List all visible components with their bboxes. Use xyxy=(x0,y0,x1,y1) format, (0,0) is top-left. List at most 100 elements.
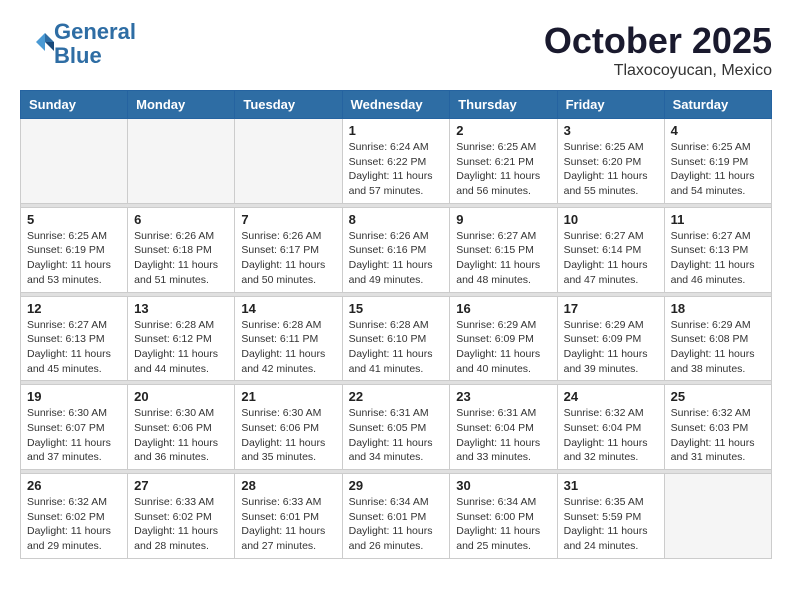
day-info: Sunrise: 6:30 AM Sunset: 6:07 PM Dayligh… xyxy=(27,406,121,465)
day-number: 5 xyxy=(27,212,121,227)
calendar-cell: 27 Sunrise: 6:33 AM Sunset: 6:02 PM Dayli… xyxy=(128,474,235,559)
calendar-cell: 28Sunrise: 6:33 AM Sunset: 6:01 PM Dayli… xyxy=(235,474,342,559)
day-info: Sunrise: 6:34 AM Sunset: 6:01 PM Dayligh… xyxy=(349,495,444,554)
title-block: October 2025 Tlaxocoyucan, Mexico xyxy=(544,20,772,80)
day-number: 11 xyxy=(671,212,765,227)
day-number: 22 xyxy=(349,389,444,404)
day-info: Sunrise: 6:27 AM Sunset: 6:15 PM Dayligh… xyxy=(456,229,550,288)
calendar-cell: 22 Sunrise: 6:31 AM Sunset: 6:05 PM Dayli… xyxy=(342,385,450,470)
calendar-week-1: 1 Sunrise: 6:24 AM Sunset: 6:22 PM Daylig… xyxy=(21,119,772,204)
day-number: 8 xyxy=(349,212,444,227)
day-number: 12 xyxy=(27,301,121,316)
calendar-week-2: 5 Sunrise: 6:25 AM Sunset: 6:19 PM Daylig… xyxy=(21,207,772,292)
calendar-cell: 30 Sunrise: 6:34 AM Sunset: 6:00 PM Dayli… xyxy=(450,474,557,559)
day-number: 3 xyxy=(564,123,658,138)
day-info: Sunrise: 6:26 AM Sunset: 6:16 PM Dayligh… xyxy=(349,229,444,288)
calendar-cell: 4 Sunrise: 6:25 AM Sunset: 6:19 PM Daylig… xyxy=(664,119,771,204)
day-info: Sunrise: 6:27 AM Sunset: 6:13 PM Dayligh… xyxy=(671,229,765,288)
day-info: Sunrise: 6:31 AM Sunset: 6:04 PM Dayligh… xyxy=(456,406,550,465)
day-info: Sunrise: 6:25 AM Sunset: 6:21 PM Dayligh… xyxy=(456,140,550,199)
calendar-cell: 1 Sunrise: 6:24 AM Sunset: 6:22 PM Daylig… xyxy=(342,119,450,204)
calendar-cell: 11 Sunrise: 6:27 AM Sunset: 6:13 PM Dayli… xyxy=(664,207,771,292)
day-info: Sunrise: 6:26 AM Sunset: 6:17 PM Dayligh… xyxy=(241,229,335,288)
day-info: Sunrise: 6:25 AM Sunset: 6:19 PM Dayligh… xyxy=(671,140,765,199)
day-info: Sunrise: 6:33 AM Sunset: 6:02 PM Dayligh… xyxy=(134,495,228,554)
calendar-cell: 31 Sunrise: 6:35 AM Sunset: 5:59 PM Dayli… xyxy=(557,474,664,559)
day-info: Sunrise: 6:28 AM Sunset: 6:10 PM Dayligh… xyxy=(349,318,444,377)
calendar-cell: 3 Sunrise: 6:25 AM Sunset: 6:20 PM Daylig… xyxy=(557,119,664,204)
day-info: Sunrise: 6:25 AM Sunset: 6:19 PM Dayligh… xyxy=(27,229,121,288)
day-number: 2 xyxy=(456,123,550,138)
logo-icon xyxy=(24,27,54,57)
calendar-cell: 14 Sunrise: 6:28 AM Sunset: 6:11 PM Dayli… xyxy=(235,296,342,381)
day-info: Sunrise: 6:27 AM Sunset: 6:13 PM Dayligh… xyxy=(27,318,121,377)
calendar-cell: 19 Sunrise: 6:30 AM Sunset: 6:07 PM Dayli… xyxy=(21,385,128,470)
day-number: 15 xyxy=(349,301,444,316)
weekday-header-monday: Monday xyxy=(128,91,235,119)
logo-text: General Blue xyxy=(54,20,136,68)
weekday-header-thursday: Thursday xyxy=(450,91,557,119)
calendar-cell xyxy=(235,119,342,204)
calendar-cell: 21 Sunrise: 6:30 AM Sunset: 6:06 PM Dayli… xyxy=(235,385,342,470)
calendar-cell: 23Sunrise: 6:31 AM Sunset: 6:04 PM Dayli… xyxy=(450,385,557,470)
day-info: Sunrise: 6:27 AM Sunset: 6:14 PM Dayligh… xyxy=(564,229,658,288)
calendar-cell: 10 Sunrise: 6:27 AM Sunset: 6:14 PM Dayli… xyxy=(557,207,664,292)
calendar-cell: 25 Sunrise: 6:32 AM Sunset: 6:03 PM Dayli… xyxy=(664,385,771,470)
day-info: Sunrise: 6:35 AM Sunset: 5:59 PM Dayligh… xyxy=(564,495,658,554)
day-number: 26 xyxy=(27,478,121,493)
calendar-cell: 13Sunrise: 6:28 AM Sunset: 6:12 PM Dayli… xyxy=(128,296,235,381)
day-number: 19 xyxy=(27,389,121,404)
day-info: Sunrise: 6:30 AM Sunset: 6:06 PM Dayligh… xyxy=(241,406,335,465)
day-number: 1 xyxy=(349,123,444,138)
day-number: 16 xyxy=(456,301,550,316)
calendar-cell: 5 Sunrise: 6:25 AM Sunset: 6:19 PM Daylig… xyxy=(21,207,128,292)
day-info: Sunrise: 6:33 AM Sunset: 6:01 PM Dayligh… xyxy=(241,495,335,554)
day-info: Sunrise: 6:29 AM Sunset: 6:09 PM Dayligh… xyxy=(564,318,658,377)
day-info: Sunrise: 6:32 AM Sunset: 6:03 PM Dayligh… xyxy=(671,406,765,465)
calendar-cell: 8 Sunrise: 6:26 AM Sunset: 6:16 PM Daylig… xyxy=(342,207,450,292)
day-info: Sunrise: 6:26 AM Sunset: 6:18 PM Dayligh… xyxy=(134,229,228,288)
calendar-cell: 16Sunrise: 6:29 AM Sunset: 6:09 PM Dayli… xyxy=(450,296,557,381)
calendar: SundayMondayTuesdayWednesdayThursdayFrid… xyxy=(20,90,772,559)
day-info: Sunrise: 6:28 AM Sunset: 6:12 PM Dayligh… xyxy=(134,318,228,377)
weekday-header-row: SundayMondayTuesdayWednesdayThursdayFrid… xyxy=(21,91,772,119)
day-number: 4 xyxy=(671,123,765,138)
calendar-cell: 15 Sunrise: 6:28 AM Sunset: 6:10 PM Dayli… xyxy=(342,296,450,381)
day-info: Sunrise: 6:32 AM Sunset: 6:02 PM Dayligh… xyxy=(27,495,121,554)
calendar-cell xyxy=(21,119,128,204)
day-number: 30 xyxy=(456,478,550,493)
month-title: October 2025 xyxy=(544,20,772,62)
weekday-header-saturday: Saturday xyxy=(664,91,771,119)
day-number: 10 xyxy=(564,212,658,227)
day-number: 25 xyxy=(671,389,765,404)
day-info: Sunrise: 6:34 AM Sunset: 6:00 PM Dayligh… xyxy=(456,495,550,554)
calendar-week-5: 26 Sunrise: 6:32 AM Sunset: 6:02 PM Dayli… xyxy=(21,474,772,559)
logo: General Blue xyxy=(20,20,136,68)
calendar-cell: 2 Sunrise: 6:25 AM Sunset: 6:21 PM Daylig… xyxy=(450,119,557,204)
weekday-header-wednesday: Wednesday xyxy=(342,91,450,119)
calendar-cell: 17 Sunrise: 6:29 AM Sunset: 6:09 PM Dayli… xyxy=(557,296,664,381)
calendar-cell: 20Sunrise: 6:30 AM Sunset: 6:06 PM Dayli… xyxy=(128,385,235,470)
day-info: Sunrise: 6:31 AM Sunset: 6:05 PM Dayligh… xyxy=(349,406,444,465)
day-info: Sunrise: 6:24 AM Sunset: 6:22 PM Dayligh… xyxy=(349,140,444,199)
calendar-cell: 12 Sunrise: 6:27 AM Sunset: 6:13 PM Dayli… xyxy=(21,296,128,381)
calendar-cell: 18Sunrise: 6:29 AM Sunset: 6:08 PM Dayli… xyxy=(664,296,771,381)
calendar-cell: 24 Sunrise: 6:32 AM Sunset: 6:04 PM Dayli… xyxy=(557,385,664,470)
calendar-cell xyxy=(664,474,771,559)
day-info: Sunrise: 6:25 AM Sunset: 6:20 PM Dayligh… xyxy=(564,140,658,199)
weekday-header-tuesday: Tuesday xyxy=(235,91,342,119)
day-info: Sunrise: 6:30 AM Sunset: 6:06 PM Dayligh… xyxy=(134,406,228,465)
day-number: 14 xyxy=(241,301,335,316)
calendar-cell: 9Sunrise: 6:27 AM Sunset: 6:15 PM Daylig… xyxy=(450,207,557,292)
day-info: Sunrise: 6:32 AM Sunset: 6:04 PM Dayligh… xyxy=(564,406,658,465)
day-info: Sunrise: 6:28 AM Sunset: 6:11 PM Dayligh… xyxy=(241,318,335,377)
calendar-cell: 6 Sunrise: 6:26 AM Sunset: 6:18 PM Daylig… xyxy=(128,207,235,292)
day-info: Sunrise: 6:29 AM Sunset: 6:08 PM Dayligh… xyxy=(671,318,765,377)
day-number: 24 xyxy=(564,389,658,404)
calendar-cell: 7Sunrise: 6:26 AM Sunset: 6:17 PM Daylig… xyxy=(235,207,342,292)
day-number: 17 xyxy=(564,301,658,316)
day-number: 21 xyxy=(241,389,335,404)
day-number: 6 xyxy=(134,212,228,227)
day-number: 31 xyxy=(564,478,658,493)
day-number: 27 xyxy=(134,478,228,493)
